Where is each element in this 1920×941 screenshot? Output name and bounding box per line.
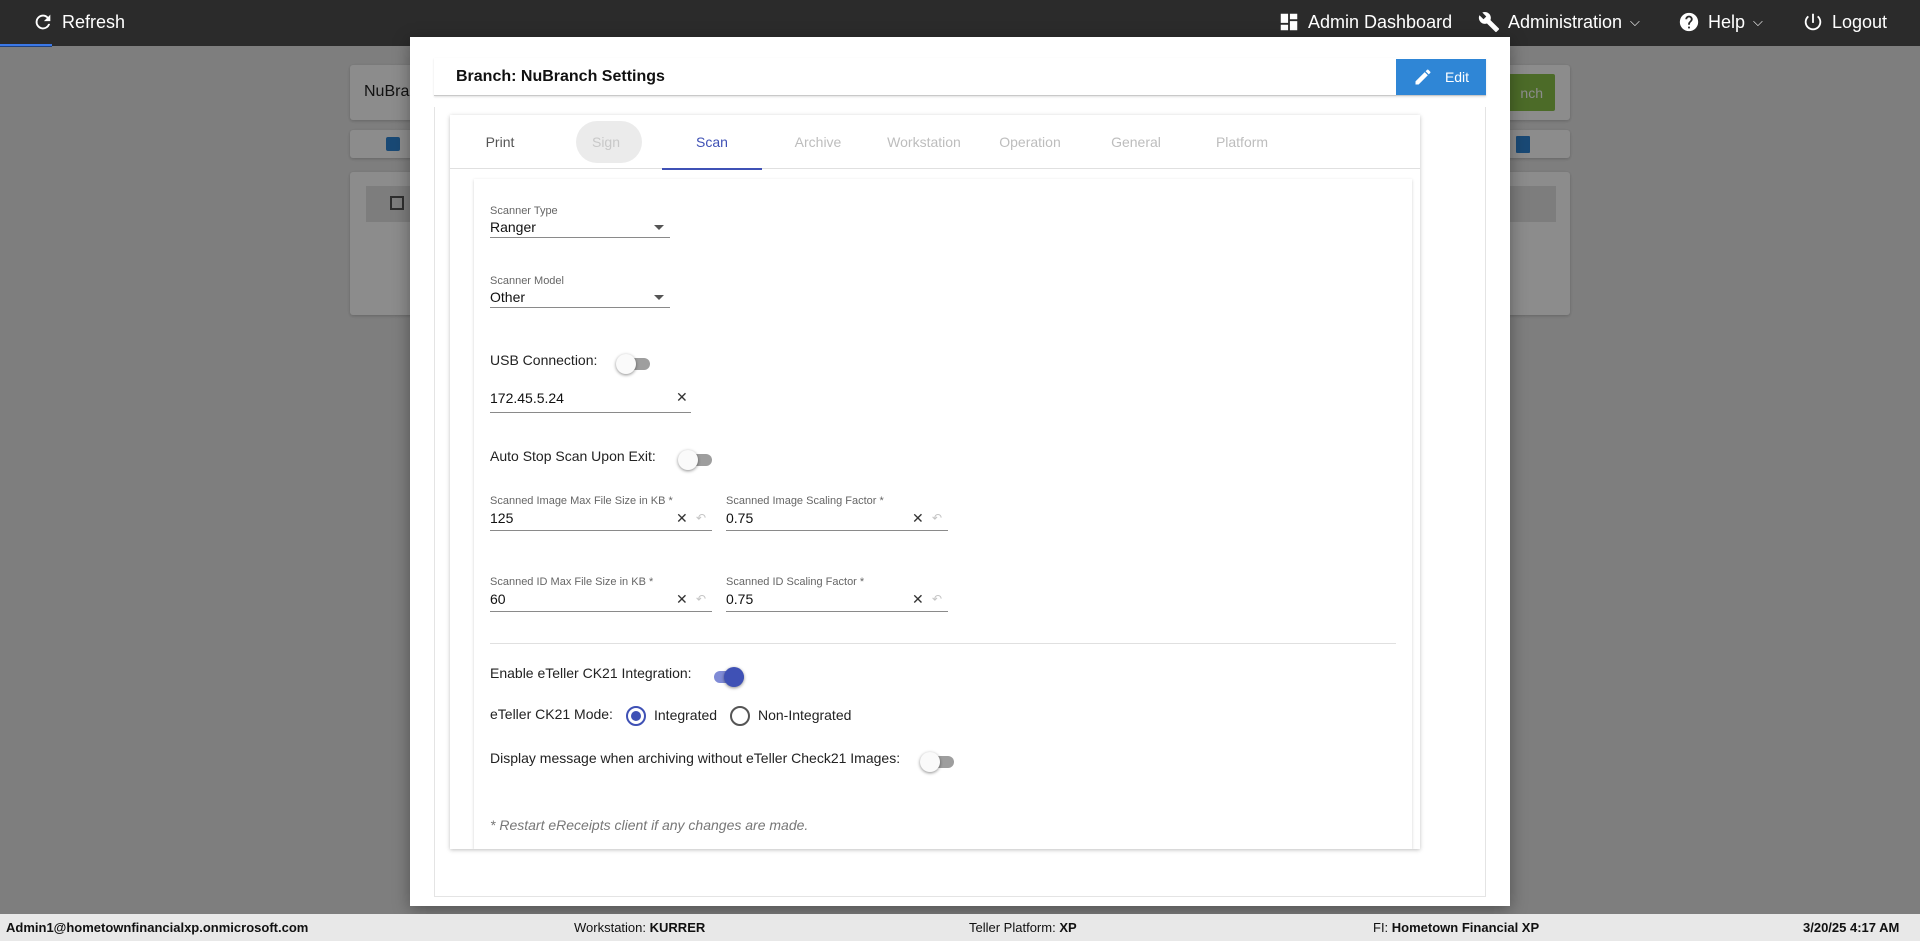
- help-icon: [1679, 12, 1699, 32]
- status-teller-platform: Teller Platform: XP: [969, 920, 1077, 935]
- tab-scan[interactable]: Scan: [662, 115, 762, 170]
- logout-button[interactable]: Logout: [1802, 0, 1887, 44]
- display-message-toggle[interactable]: [920, 752, 954, 772]
- edit-button[interactable]: Edit: [1396, 59, 1486, 95]
- auto-stop-scan-label: Auto Stop Scan Upon Exit:: [490, 448, 656, 464]
- restart-note: * Restart eReceipts client if any change…: [490, 817, 809, 833]
- tab-general[interactable]: General: [1086, 115, 1186, 169]
- ck21-mode-integrated-radio[interactable]: [626, 706, 646, 726]
- ip-address-input[interactable]: 172.45.5.24 ✕: [490, 377, 691, 413]
- tab-print[interactable]: Print: [450, 115, 550, 169]
- help-menu[interactable]: Help ⌵: [1678, 0, 1763, 44]
- settings-tabs: Print Sign Scan Archive Workstation Oper…: [450, 115, 1420, 170]
- status-bar: Admin1@hometownfinancialxp.onmicrosoft.c…: [0, 914, 1920, 941]
- clear-icon[interactable]: ✕: [912, 510, 924, 527]
- id-scaling-factor-input[interactable]: Scanned ID Scaling Factor * 0.75 ✕ ↶: [726, 576, 948, 612]
- usb-connection-toggle[interactable]: [616, 354, 650, 374]
- branch-settings-dialog: Branch: NuBranch Settings Edit Print Sig…: [410, 37, 1510, 906]
- auto-stop-scan-toggle[interactable]: [678, 450, 712, 470]
- refresh-button[interactable]: Refresh: [32, 0, 125, 44]
- dropdown-arrow-icon: [654, 295, 664, 300]
- chevron-down-icon: ⌵: [1753, 14, 1763, 29]
- clear-icon[interactable]: ✕: [912, 591, 924, 608]
- ck21-mode-integrated-label[interactable]: Integrated: [654, 707, 717, 723]
- clear-icon[interactable]: ✕: [676, 591, 688, 608]
- tab-sign[interactable]: Sign: [556, 115, 656, 169]
- id-max-file-size-input[interactable]: Scanned ID Max File Size in KB * 60 ✕ ↶: [490, 576, 712, 612]
- ck21-mode-non-integrated-label[interactable]: Non-Integrated: [758, 707, 851, 723]
- wrench-icon: [1478, 12, 1500, 33]
- power-icon: [1804, 13, 1822, 31]
- clear-icon[interactable]: ✕: [676, 510, 688, 527]
- clear-icon[interactable]: ✕: [676, 389, 688, 406]
- display-message-label: Display message when archiving without e…: [490, 750, 901, 766]
- ck21-integration-label: Enable eTeller CK21 Integration:: [490, 665, 692, 681]
- edit-label: Edit: [1444, 69, 1470, 85]
- pencil-icon: [1415, 69, 1431, 85]
- status-workstation: Workstation: KURRER: [574, 920, 706, 935]
- refresh-icon: [35, 14, 51, 30]
- administration-label: Administration: [1508, 11, 1623, 32]
- undo-icon[interactable]: ↶: [696, 511, 706, 525]
- scanner-type-select[interactable]: Scanner Type Ranger: [490, 205, 670, 238]
- tab-platform[interactable]: Platform: [1192, 115, 1292, 169]
- undo-icon[interactable]: ↶: [932, 592, 942, 606]
- refresh-label: Refresh: [62, 11, 126, 32]
- dialog-header: Branch: NuBranch Settings: [434, 58, 1486, 96]
- status-user: Admin1@hometownfinancialxp.onmicrosoft.c…: [6, 920, 309, 935]
- scan-settings-panel: Scanner Type Ranger Scanner Model Other …: [474, 179, 1412, 849]
- section-divider: [490, 643, 1396, 644]
- tab-operation[interactable]: Operation: [980, 115, 1080, 169]
- usb-connection-label: USB Connection:: [490, 352, 598, 368]
- image-max-file-size-input[interactable]: Scanned Image Max File Size in KB * 125 …: [490, 495, 712, 531]
- chevron-down-icon: ⌵: [1630, 14, 1640, 29]
- status-datetime: 3/20/25 4:17 AM: [1803, 920, 1900, 935]
- dialog-title: Branch: NuBranch Settings: [456, 68, 665, 85]
- ck21-integration-toggle[interactable]: [710, 667, 744, 687]
- ck21-mode-non-integrated-radio[interactable]: [730, 706, 750, 726]
- help-label: Help: [1708, 11, 1746, 32]
- tab-archive[interactable]: Archive: [768, 115, 868, 169]
- ck21-mode-label: eTeller CK21 Mode:: [490, 706, 613, 722]
- status-fi: FI: Hometown Financial XP: [1373, 920, 1540, 935]
- undo-icon[interactable]: ↶: [696, 592, 706, 606]
- scanner-model-select[interactable]: Scanner Model Other: [490, 275, 670, 308]
- image-scaling-factor-input[interactable]: Scanned Image Scaling Factor * 0.75 ✕ ↶: [726, 495, 948, 531]
- dashboard-icon: [1280, 13, 1298, 31]
- dropdown-arrow-icon: [654, 225, 664, 230]
- logout-label: Logout: [1832, 11, 1888, 32]
- settings-card: Print Sign Scan Archive Workstation Oper…: [450, 115, 1420, 849]
- admin-dashboard-label: Admin Dashboard: [1308, 11, 1453, 32]
- tab-workstation[interactable]: Workstation: [874, 115, 974, 169]
- undo-icon[interactable]: ↶: [932, 511, 942, 525]
